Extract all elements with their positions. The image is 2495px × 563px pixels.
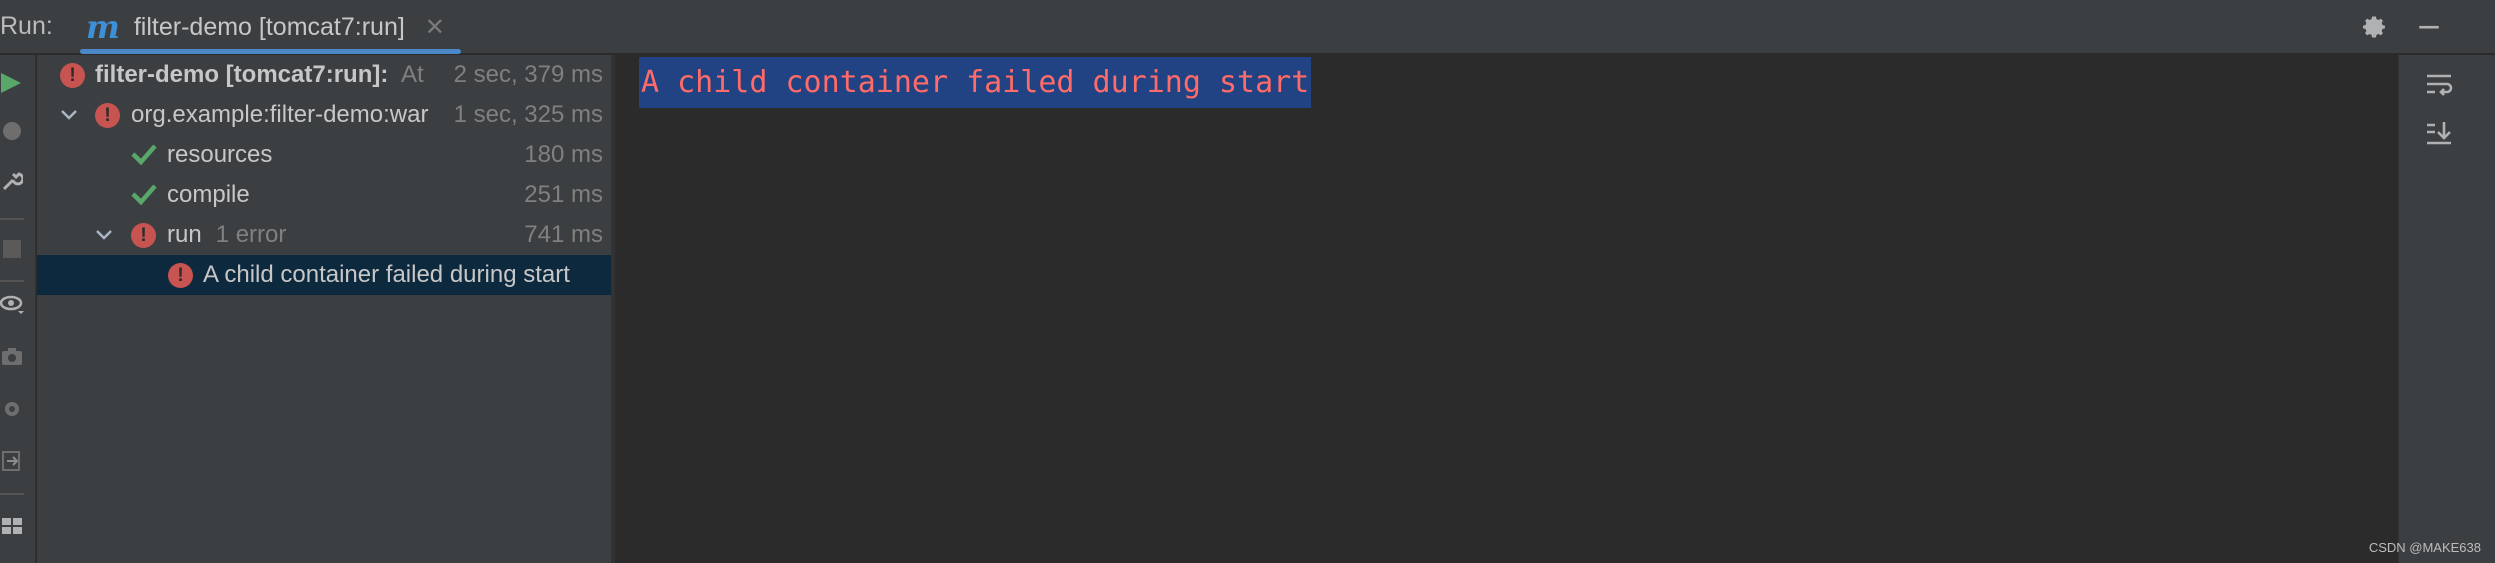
tree-row-module[interactable]: ! org.example:filter-demo:war 1 sec, 325…	[37, 95, 611, 135]
toolbar-divider	[0, 280, 24, 282]
error-icon: !	[95, 103, 120, 128]
tree-row-time: 741 ms	[516, 221, 603, 249]
gear-icon[interactable]	[2358, 11, 2390, 43]
tree-row-suffix: 1 error	[215, 221, 287, 248]
stop-icon[interactable]	[0, 115, 24, 147]
chevron-down-icon[interactable]	[57, 101, 81, 129]
export-icon[interactable]	[0, 445, 24, 477]
tree-row-suffix: At	[401, 61, 424, 88]
watermark: CSDN @MAKE638	[2368, 540, 2481, 555]
tree-row-run[interactable]: ! run 1 error 741 ms	[37, 215, 611, 255]
tree-row-label: run 1 error	[167, 221, 287, 248]
tab-filter-demo[interactable]: m filter-demo [tomcat7:run] ✕	[76, 0, 461, 54]
error-icon: !	[131, 223, 156, 248]
run-label: Run:	[0, 12, 53, 40]
error-icon: !	[168, 263, 193, 288]
chevron-down-icon[interactable]	[92, 221, 116, 249]
toolbar-divider	[0, 218, 24, 220]
layout-icon[interactable]	[0, 510, 24, 542]
scroll-to-end-icon[interactable]	[2421, 115, 2457, 151]
tree-row-time: 251 ms	[516, 181, 603, 209]
tab-active-indicator	[80, 49, 461, 54]
build-tree: ! filter-demo [tomcat7:run]: At 2 sec, 3…	[37, 55, 611, 563]
maven-m-icon: m	[86, 8, 120, 46]
minimize-icon[interactable]	[2413, 11, 2445, 43]
rerun-icon[interactable]	[0, 67, 24, 99]
tree-row-time: 180 ms	[516, 141, 603, 169]
left-toolbar	[0, 55, 36, 563]
gear-debug-icon[interactable]	[0, 393, 24, 425]
run-tool-window-header: Run: m filter-demo [tomcat7:run] ✕	[0, 0, 2495, 54]
tree-row-label: org.example:filter-demo:war	[131, 101, 429, 128]
checkmark-icon	[129, 139, 159, 169]
tab-title: filter-demo [tomcat7:run]	[133, 12, 405, 41]
camera-icon[interactable]	[0, 340, 24, 372]
console-line[interactable]: A child container failed during start	[639, 57, 1312, 108]
tree-row-label: compile	[167, 181, 250, 208]
tree-row-label: A child container failed during start	[203, 261, 570, 288]
close-icon[interactable]: ✕	[425, 13, 445, 42]
tree-row-time: 1 sec, 325 ms	[445, 101, 603, 129]
right-toolbar	[2398, 55, 2495, 563]
tree-row-compile[interactable]: compile 251 ms	[37, 175, 611, 215]
tree-row-error-message[interactable]: ! A child container failed during start	[37, 255, 611, 295]
checkmark-icon	[129, 179, 159, 209]
tree-row-label: resources	[167, 141, 273, 168]
eye-icon[interactable]	[0, 288, 24, 320]
tree-row-time: 2 sec, 379 ms	[445, 61, 603, 89]
stop-square-icon[interactable]	[0, 233, 24, 265]
soft-wrap-icon[interactable]	[2421, 67, 2457, 103]
console-output[interactable]: A child container failed during start	[615, 55, 2395, 563]
error-icon: !	[60, 63, 85, 88]
toolbar-divider	[0, 493, 24, 495]
tree-row-root[interactable]: ! filter-demo [tomcat7:run]: At 2 sec, 3…	[37, 55, 611, 95]
tree-row-resources[interactable]: resources 180 ms	[37, 135, 611, 175]
wrench-icon[interactable]	[0, 165, 24, 197]
tree-row-label: filter-demo [tomcat7:run]: At	[95, 61, 424, 88]
